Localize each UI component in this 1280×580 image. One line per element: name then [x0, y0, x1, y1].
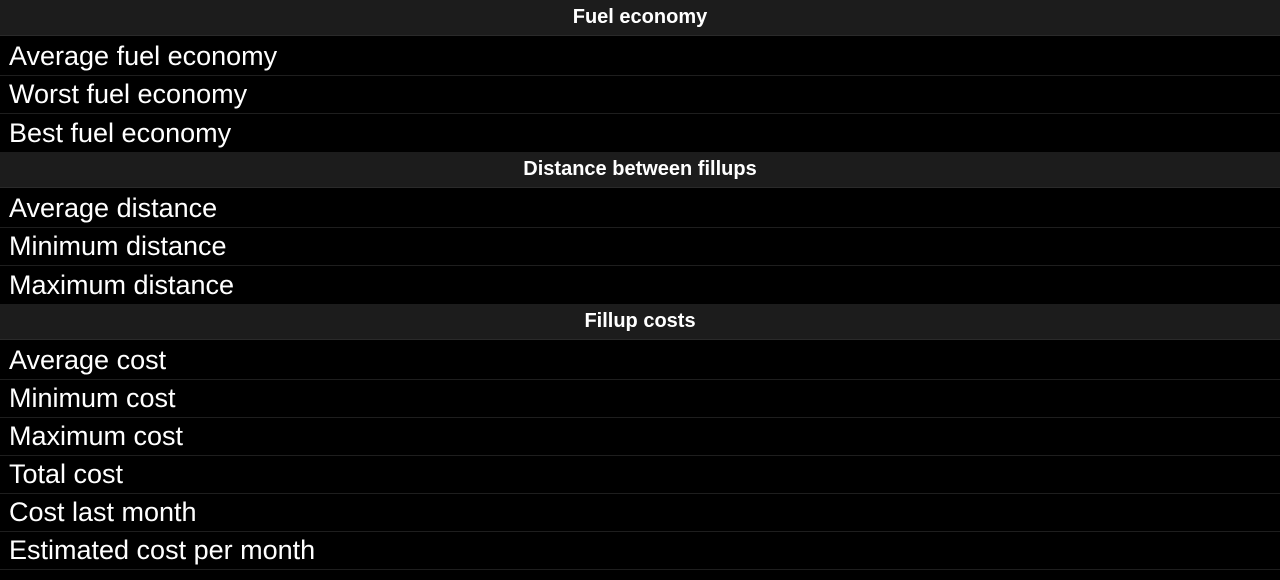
stat-label: Minimum distance [9, 231, 227, 261]
section-header-fillup-costs: Fillup costs [0, 304, 1280, 340]
stat-label: Cost last month [9, 497, 197, 527]
stat-label: Maximum cost [9, 421, 184, 451]
stat-label: Minimum cost [9, 383, 176, 413]
stat-row-maximum-distance[interactable]: Maximum distance [0, 266, 1280, 304]
stat-row-average-cost[interactable]: Average cost [0, 342, 1280, 380]
section-header-fuel-economy: Fuel economy [0, 0, 1280, 36]
stat-label: Average fuel economy [9, 41, 278, 71]
stat-label: Average cost [9, 345, 167, 375]
stat-row-best-fuel-economy[interactable]: Best fuel economy [0, 114, 1280, 152]
section-header-distance-between-fillups: Distance between fillups [0, 152, 1280, 188]
stat-row-average-distance[interactable]: Average distance [0, 190, 1280, 228]
stat-row-minimum-cost[interactable]: Minimum cost [0, 380, 1280, 418]
stat-label: Worst fuel economy [9, 79, 248, 109]
stat-row-total-cost[interactable]: Total cost [0, 456, 1280, 494]
stat-row-worst-fuel-economy[interactable]: Worst fuel economy [0, 76, 1280, 114]
stat-row-average-fuel-economy[interactable]: Average fuel economy [0, 38, 1280, 76]
stat-label: Average distance [9, 193, 218, 223]
stat-label: Maximum distance [9, 269, 235, 300]
stat-label: Estimated cost per month [9, 535, 316, 565]
stat-label: Total cost [9, 459, 124, 489]
stat-label: Best fuel economy [9, 117, 232, 148]
stat-row-minimum-distance[interactable]: Minimum distance [0, 228, 1280, 266]
stat-row-cost-last-month[interactable]: Cost last month [0, 494, 1280, 532]
statistics-list: Fuel economy Average fuel economy Worst … [0, 0, 1280, 570]
stat-row-estimated-cost-per-month[interactable]: Estimated cost per month [0, 532, 1280, 570]
stat-row-maximum-cost[interactable]: Maximum cost [0, 418, 1280, 456]
